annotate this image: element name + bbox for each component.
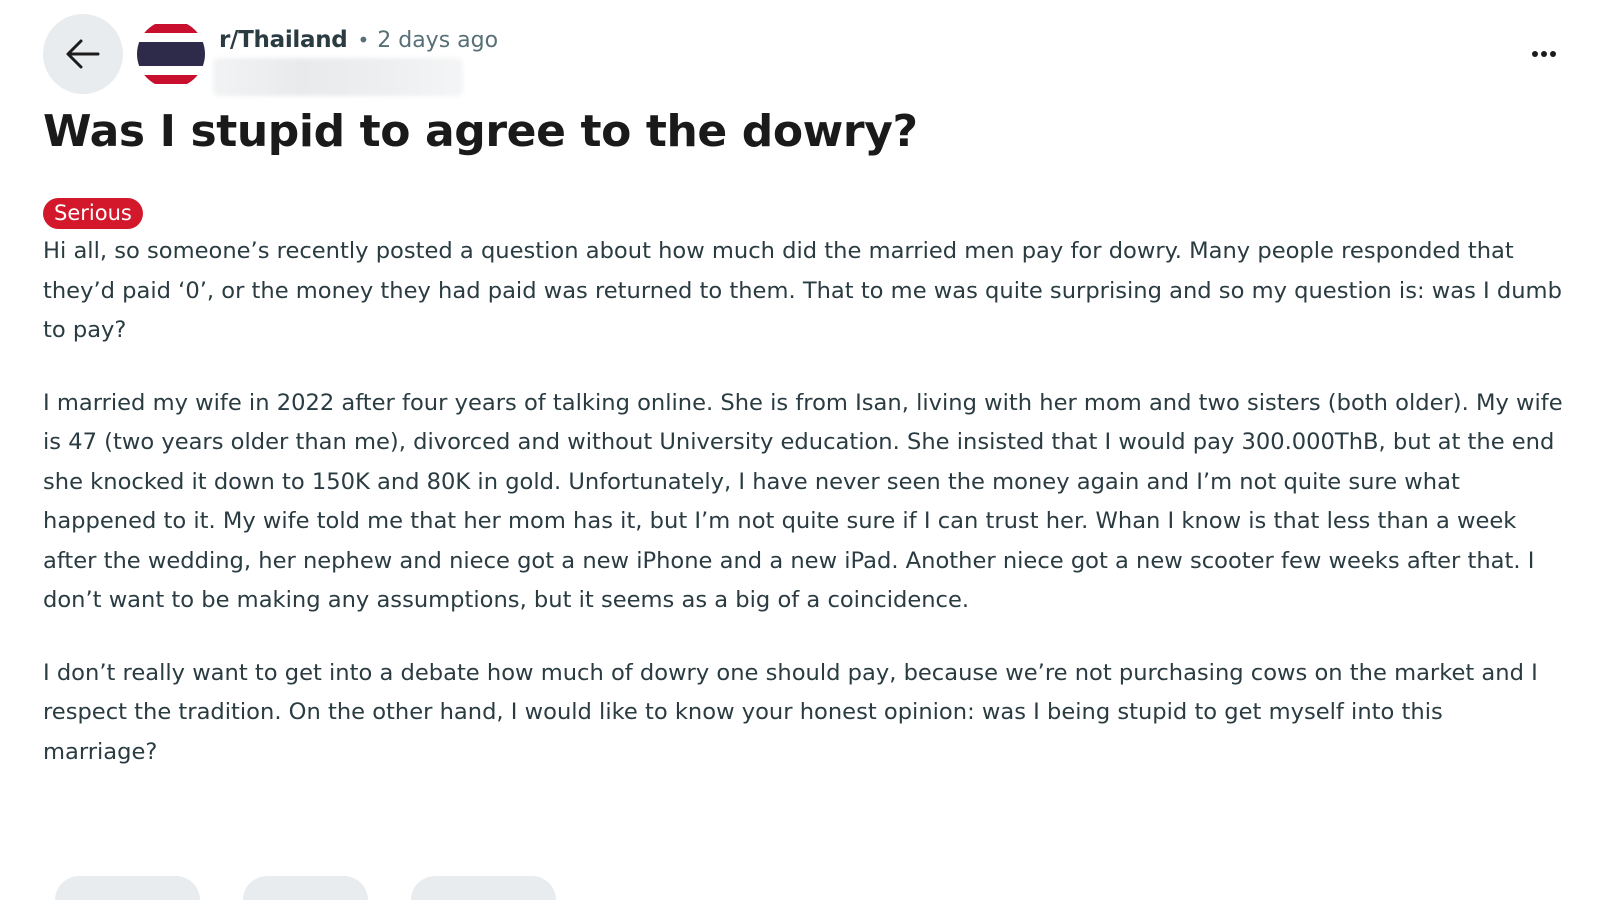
- subreddit-name[interactable]: r/Thailand: [219, 27, 348, 53]
- thailand-flag-icon: [137, 20, 205, 88]
- more-dot-icon: [1541, 51, 1547, 57]
- post-action-bar: [43, 876, 599, 900]
- more-dot-icon: [1532, 51, 1538, 57]
- share-button[interactable]: [411, 876, 556, 900]
- post-timestamp: 2 days ago: [377, 27, 499, 53]
- more-dot-icon: [1550, 51, 1556, 57]
- back-button[interactable]: [43, 14, 123, 94]
- post-page: r/Thailand • 2 days ago Was I stupid to …: [0, 0, 1600, 900]
- comments-button[interactable]: [243, 876, 368, 900]
- post-paragraph: Hi all, so someone’s recently posted a q…: [43, 238, 1562, 343]
- author-name-redacted: [213, 58, 463, 96]
- post-flair[interactable]: Serious: [43, 198, 143, 229]
- post-title: Was I stupid to agree to the dowry?: [43, 106, 918, 157]
- post-body: Hi all, so someone’s recently posted a q…: [43, 232, 1563, 805]
- post-meta: r/Thailand • 2 days ago: [219, 24, 498, 56]
- meta-separator: •: [357, 28, 370, 52]
- subreddit-avatar[interactable]: [137, 20, 205, 88]
- post-paragraph: I don’t really want to get into a debate…: [43, 659, 1538, 765]
- more-options-button[interactable]: [1526, 38, 1562, 70]
- arrow-left-icon: [66, 39, 100, 69]
- vote-button[interactable]: [55, 876, 200, 900]
- post-paragraph: I married my wife in 2022 after four yea…: [43, 389, 1563, 614]
